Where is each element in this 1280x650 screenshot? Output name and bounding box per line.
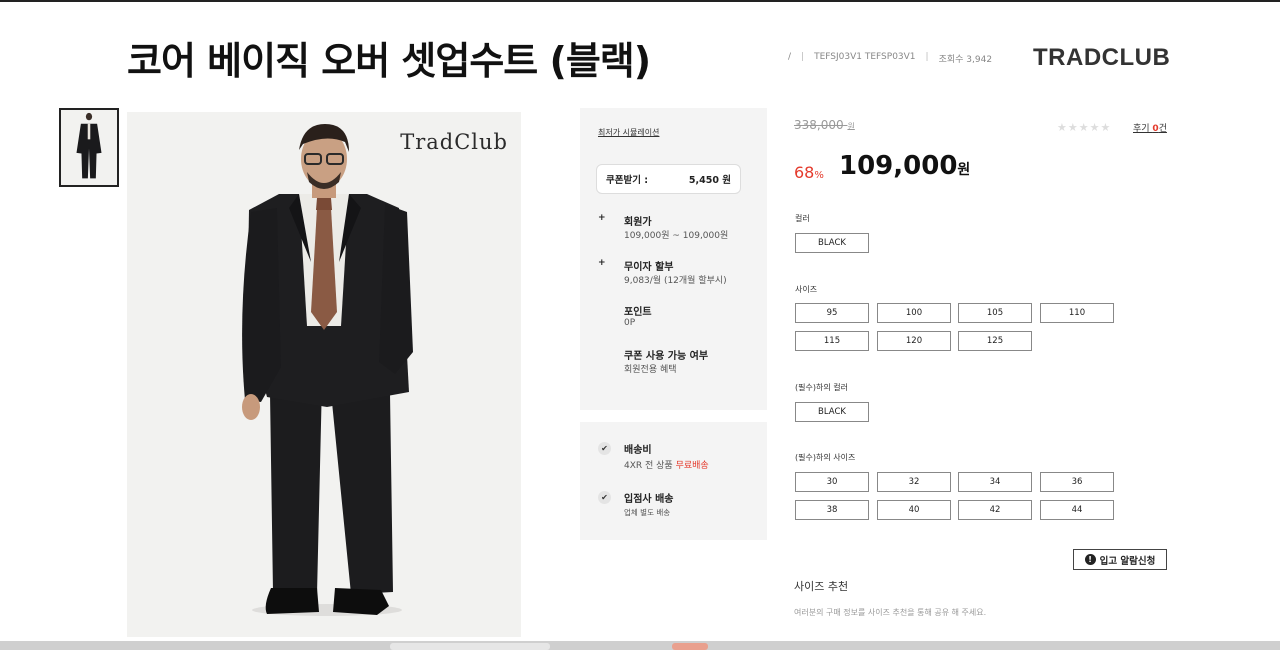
bottom-size-option[interactable]: 30 — [795, 472, 869, 492]
product-meta: / | TEFSJ03V1 TEFSP03V1 | 조회수 3,942 — [788, 52, 992, 65]
benefit-title: 무이자 할부 — [624, 262, 674, 273]
benefit-panel: 최저가 시뮬레이션 쿠폰받기 : 5,450 원 + 회원가 109,000원 … — [580, 108, 767, 410]
coupon-label: 쿠폰받기 : — [606, 175, 649, 186]
shipping-fee-prefix: 4XR 전 상품 — [624, 461, 676, 471]
check-icon: ✔ — [598, 442, 611, 455]
coupon-button[interactable]: 쿠폰받기 : 5,450 원 — [596, 164, 741, 194]
restock-notify-label: 입고 알람신청 — [1099, 555, 1156, 567]
info-icon: ! — [1084, 554, 1096, 565]
review-suffix: 건 — [1158, 124, 1167, 134]
plus-icon: + — [598, 258, 606, 268]
review-prefix: 후기 — [1133, 124, 1153, 134]
benefit-title: 포인트 — [624, 307, 652, 318]
vendor-shipping-title: 입점사 배송 — [624, 494, 674, 505]
discount-unit: % — [814, 170, 824, 181]
coupon-value: 5,450 원 — [688, 175, 731, 186]
size-option[interactable]: 120 — [877, 331, 951, 351]
benefit-sub: 109,000원 ~ 109,000원 — [624, 231, 729, 241]
benefit-sub: 회원전용 혜택 — [624, 365, 677, 375]
bottom-bar — [0, 641, 1280, 650]
product-thumbnail[interactable] — [59, 108, 119, 187]
thumbnail-image — [61, 110, 117, 185]
discount-rate: 68% — [794, 163, 824, 182]
lowest-price-simulation-link[interactable]: 최저가 시뮬레이션 — [598, 127, 659, 138]
size-option[interactable]: 95 — [795, 303, 869, 323]
size-label: 사이즈 — [795, 285, 818, 294]
size-option[interactable]: 110 — [1040, 303, 1114, 323]
bottom-size-option[interactable]: 34 — [958, 472, 1032, 492]
color-label: 컬러 — [795, 214, 810, 223]
shipping-fee-title: 배송비 — [624, 445, 652, 456]
top-divider — [0, 0, 1280, 2]
vendor-shipping-sub: 업체 별도 배송 — [624, 508, 671, 517]
bottom-size-label: (필수)하의 사이즈 — [795, 453, 856, 462]
bottom-size-option[interactable]: 40 — [877, 500, 951, 520]
bottom-size-option[interactable]: 44 — [1040, 500, 1114, 520]
bottom-size-option[interactable]: 38 — [795, 500, 869, 520]
benefit-sub: 0P — [624, 318, 636, 328]
plus-icon: + — [598, 213, 606, 223]
size-recommend-title: 사이즈 추천 — [794, 580, 849, 593]
bottom-size-option[interactable]: 32 — [877, 472, 951, 492]
review-link[interactable]: 후기 0건 — [1133, 121, 1167, 134]
free-shipping-text: 무료배송 — [675, 461, 709, 471]
size-option[interactable]: 100 — [877, 303, 951, 323]
meta-separator: | — [925, 52, 929, 62]
size-option[interactable]: 125 — [958, 331, 1032, 351]
benefit-sub: 9,083/월 (12개월 할부시) — [624, 276, 727, 286]
color-option-black[interactable]: BLACK — [795, 233, 869, 253]
brand-name[interactable]: TRADCLUB — [1033, 44, 1170, 72]
product-main-image[interactable]: TradClub — [127, 112, 521, 637]
product-title: 코어 베이직 오버 셋업수트 (블랙) — [127, 39, 651, 83]
view-count: 조회수 3,942 — [938, 55, 993, 65]
sale-price-value: 109,000 — [839, 151, 958, 181]
rating-stars: ★★★★★ — [1057, 121, 1112, 134]
size-recommend-description: 여러분의 구매 정보를 사이즈 추천을 통해 공유 해 주세요. — [794, 608, 987, 617]
original-price-unit: 원 — [847, 122, 855, 131]
sale-price-unit: 원 — [957, 162, 971, 178]
bottom-bar-segment — [672, 643, 708, 650]
bottom-color-option-black[interactable]: BLACK — [795, 402, 869, 422]
shipping-fee-sub: 4XR 전 상품 무료배송 — [624, 458, 709, 471]
restock-notify-button[interactable]: ! 입고 알람신청 — [1073, 549, 1167, 570]
meta-slash: / — [788, 52, 792, 62]
bottom-bar-segment — [390, 643, 550, 650]
meta-separator: | — [801, 52, 805, 62]
size-option[interactable]: 105 — [958, 303, 1032, 323]
size-option[interactable]: 115 — [795, 331, 869, 351]
bottom-color-label: (필수)하의 컬러 — [795, 383, 848, 392]
bottom-size-option[interactable]: 36 — [1040, 472, 1114, 492]
model-illustration — [242, 124, 413, 616]
discount-value: 68 — [794, 163, 815, 182]
sale-price: 109,000원 — [839, 151, 970, 181]
benefit-title: 쿠폰 사용 가능 여부 — [624, 351, 709, 362]
benefit-title: 회원가 — [624, 217, 652, 228]
original-price: 338,000 원 — [794, 118, 855, 132]
shipping-panel: ✔ 배송비 4XR 전 상품 무료배송 ✔ 입점사 배송 업체 별도 배송 — [580, 422, 767, 540]
bottom-size-option[interactable]: 42 — [958, 500, 1032, 520]
original-price-value: 338,000 — [794, 118, 844, 132]
check-icon: ✔ — [598, 491, 611, 504]
product-code: TEFSJ03V1 TEFSP03V1 — [814, 52, 916, 62]
